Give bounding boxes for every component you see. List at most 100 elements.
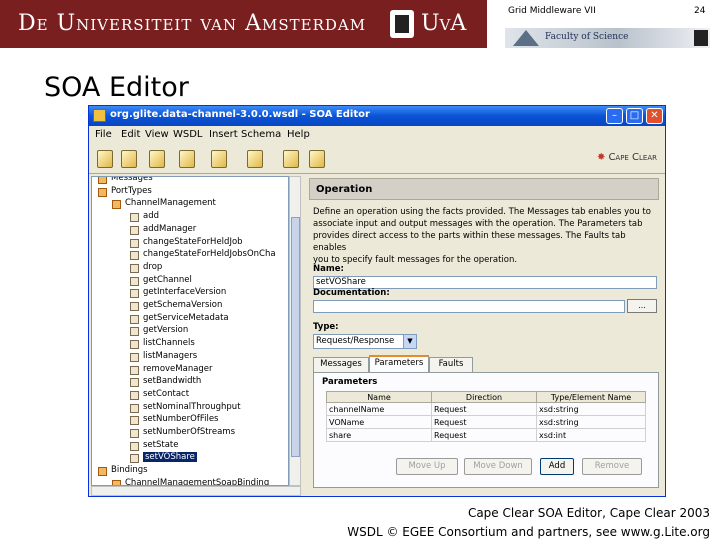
documentation-input[interactable] <box>313 300 625 313</box>
tree-item[interactable]: setVOShare <box>130 452 288 465</box>
menu-edit[interactable]: Edit <box>121 129 140 140</box>
menu-insert[interactable]: Insert <box>209 129 238 140</box>
tree-item-label: Messages <box>111 176 153 183</box>
app-icon <box>93 109 106 122</box>
menu-wsdl[interactable]: WSDL <box>173 129 203 140</box>
university-seal-icon <box>390 10 414 38</box>
tree-item[interactable]: getInterfaceVersion <box>130 287 288 300</box>
operation-icon <box>130 238 139 248</box>
tab-messages[interactable]: Messages <box>313 357 369 372</box>
tree-item[interactable]: ChannelManagement <box>112 198 288 211</box>
param-type-cell[interactable]: xsd:string <box>536 415 646 429</box>
tree-item[interactable]: getChannel <box>130 275 288 288</box>
tree-item[interactable]: changeStateForHeldJobsOnCha <box>130 249 288 262</box>
remove-button[interactable]: Remove <box>582 458 642 475</box>
tree-item[interactable]: getServiceMetadata <box>130 313 288 326</box>
parameters-table: Name Direction Type/Element Name channel… <box>326 391 646 442</box>
faculty-seal-icon <box>694 30 708 46</box>
operation-header: Operation <box>309 178 659 200</box>
tree-item[interactable]: removeManager <box>130 364 288 377</box>
move-up-button[interactable]: Move Up <box>396 458 458 475</box>
operation-icon <box>130 225 139 235</box>
settings-icon[interactable] <box>309 150 325 168</box>
move-down-button[interactable]: Move Down <box>464 458 532 475</box>
tree-item[interactable]: setState <box>130 440 288 453</box>
tree-item[interactable]: drop <box>130 262 288 275</box>
param-name-cell[interactable]: channelName <box>326 402 432 416</box>
documentation-browse-button[interactable]: ... <box>627 299 657 313</box>
chevron-down-icon[interactable]: ▼ <box>403 335 416 348</box>
tree-item-label: listManagers <box>143 350 198 361</box>
tab-faults[interactable]: Faults <box>429 357 473 372</box>
scrollbar-thumb[interactable] <box>291 217 300 457</box>
tree-horizontal-scrollbar[interactable] <box>91 486 301 496</box>
caption-credit: Cape Clear SOA Editor, Cape Clear 2003 <box>467 506 710 520</box>
param-name-cell[interactable]: share <box>326 428 432 442</box>
tree-item[interactable]: setNumberOfFiles <box>130 414 288 427</box>
param-type-cell[interactable]: xsd:int <box>536 428 646 442</box>
tree-item[interactable]: ChannelManagementSoapBinding <box>112 478 288 485</box>
wsdl-tree[interactable]: Messages PortTypes ChannelManagement add add… <box>91 176 289 486</box>
slide-title: SOA Editor <box>44 72 189 103</box>
table-row[interactable]: VOName Request xsd:string <box>326 415 646 429</box>
tree-item[interactable]: changeStateForHeldJob <box>130 237 288 250</box>
tree-item[interactable]: PortTypes <box>98 186 288 199</box>
operation-icon <box>130 302 139 311</box>
minimize-button[interactable]: – <box>606 108 623 124</box>
tree-item[interactable]: Bindings <box>98 465 288 478</box>
menu-schema[interactable]: Schema <box>241 129 281 140</box>
param-direction-cell[interactable]: Request <box>431 415 537 429</box>
param-direction-cell[interactable]: Request <box>431 402 537 416</box>
tree-item[interactable]: add <box>130 211 288 224</box>
tree-item-label: changeStateForHeldJobsOnCha <box>143 249 276 260</box>
menu-help[interactable]: Help <box>287 129 310 140</box>
menu-file[interactable]: File <box>95 129 112 140</box>
column-header-direction[interactable]: Direction <box>431 391 537 403</box>
tree-item-label: setBandwidth <box>143 376 202 387</box>
tree-item[interactable]: setNominalThroughput <box>130 402 288 415</box>
tree-item[interactable]: setNumberOfStreams <box>130 427 288 440</box>
tree-item-label: Bindings <box>111 465 148 476</box>
tree-item[interactable]: getSchemaVersion <box>130 300 288 313</box>
tree-item[interactable]: addManager <box>130 224 288 237</box>
tree-item[interactable]: listChannels <box>130 338 288 351</box>
document-icon[interactable] <box>247 150 263 168</box>
tree-vertical-scrollbar[interactable] <box>289 176 301 486</box>
param-direction-cell[interactable]: Request <box>431 428 537 442</box>
tree-item-label: PortTypes <box>111 185 152 196</box>
maximize-button[interactable]: □ <box>626 108 643 124</box>
param-name-cell[interactable]: VOName <box>326 415 432 429</box>
menu-view[interactable]: View <box>145 129 169 140</box>
save-icon[interactable] <box>149 150 165 168</box>
import-icon[interactable] <box>283 150 299 168</box>
tree-item[interactable]: listManagers <box>130 351 288 364</box>
table-row[interactable]: channelName Request xsd:string <box>326 402 646 416</box>
operation-icon <box>130 251 139 261</box>
operation-icon <box>130 365 139 375</box>
copy-icon[interactable] <box>211 150 227 168</box>
operation-icon <box>130 352 139 362</box>
type-value: Request/Response <box>316 336 395 346</box>
add-button[interactable]: Add <box>540 458 574 475</box>
tree-item-label: getChannel <box>143 274 192 285</box>
tree-item[interactable]: setBandwidth <box>130 376 288 389</box>
new-file-icon[interactable] <box>97 150 113 168</box>
window-titlebar[interactable]: org.glite.data-channel-3.0.0.wsdl - SOA … <box>89 106 665 126</box>
operation-icon <box>130 289 139 299</box>
table-row[interactable]: share Request xsd:int <box>326 428 646 442</box>
tab-parameters[interactable]: Parameters <box>369 355 429 372</box>
column-header-type[interactable]: Type/Element Name <box>536 391 646 403</box>
close-button[interactable]: ✕ <box>646 108 663 124</box>
type-select[interactable]: Request/Response ▼ <box>313 334 417 349</box>
column-header-name[interactable]: Name <box>326 391 432 403</box>
param-type-cell[interactable]: xsd:string <box>536 402 646 416</box>
tree-item[interactable]: Messages <box>98 176 288 186</box>
tree-item[interactable]: setContact <box>130 389 288 402</box>
operation-description: Define an operation using the facts prov… <box>313 206 659 266</box>
tree-item[interactable]: getVersion <box>130 325 288 338</box>
open-folder-icon[interactable] <box>121 150 137 168</box>
tree-item-label: setNominalThroughput <box>143 401 241 412</box>
tree-item-label: setNumberOfStreams <box>143 427 236 437</box>
cape-clear-logo: Cape Clear <box>597 152 657 163</box>
export-icon[interactable] <box>179 150 195 168</box>
